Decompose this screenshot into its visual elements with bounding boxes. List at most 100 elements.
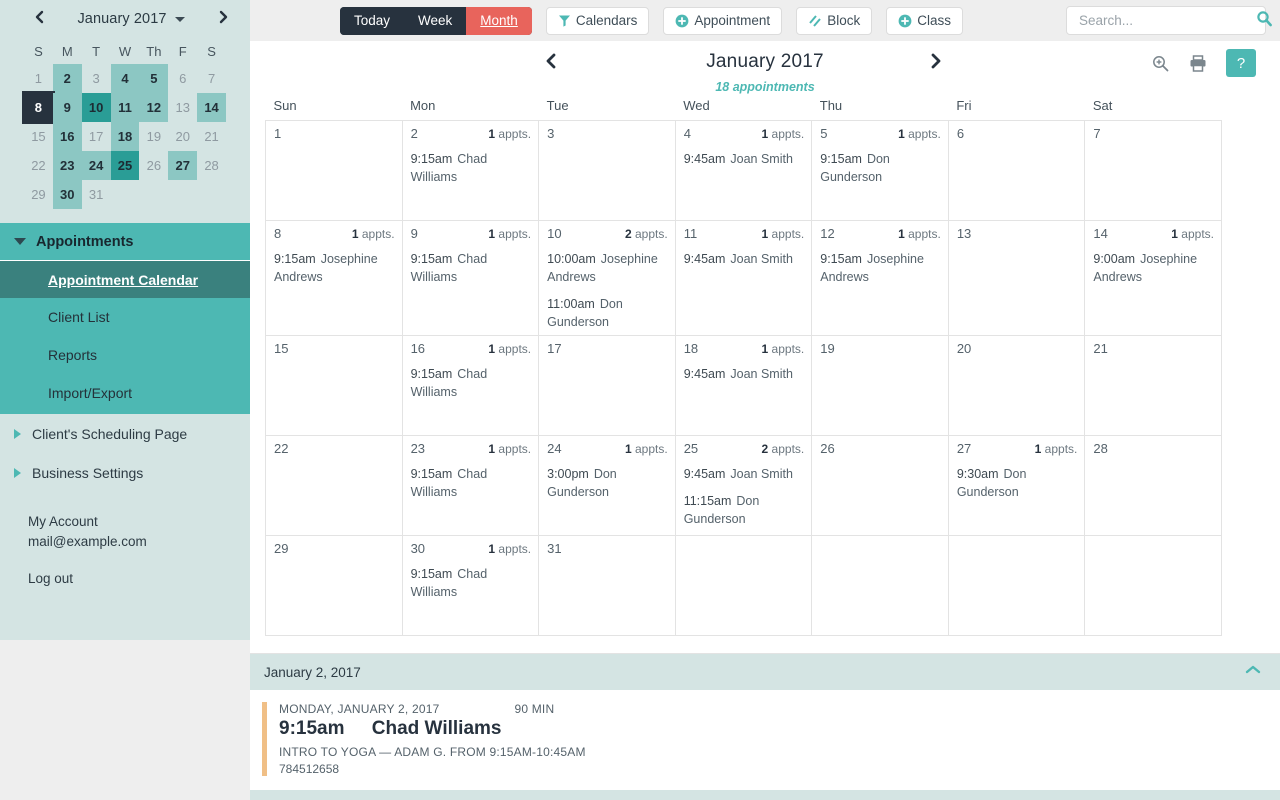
mini-calendar-day-20[interactable]: 20 [168, 122, 197, 151]
mini-calendar-day-10[interactable]: 10 [81, 93, 111, 122]
calendar-day-cell-24[interactable]: 24 1 appts. 3:00pm Don Gunderson [538, 435, 676, 536]
calendar-appointment-entry[interactable]: 9:15am Chad Williams [411, 365, 532, 401]
calendar-appointment-entry[interactable]: 10:00am Josephine Andrews [547, 250, 668, 286]
my-account-link[interactable]: My Account [28, 514, 250, 529]
toolbar-button-calendars[interactable]: Calendars [545, 6, 650, 35]
calendar-day-cell-23[interactable]: 23 1 appts. 9:15am Chad Williams [401, 435, 540, 536]
mini-calendar-day-29[interactable]: 29 [24, 180, 53, 209]
sidebar-item-business-settings[interactable]: Business Settings [0, 453, 250, 492]
mini-calendar-day-30[interactable]: 30 [52, 180, 82, 209]
search-input[interactable] [1079, 13, 1256, 28]
zoom-in-icon[interactable] [1151, 54, 1170, 73]
toolbar-button-block[interactable]: Block [796, 6, 873, 35]
calendar-appointment-entry[interactable]: 9:15am Chad Williams [411, 250, 532, 286]
mini-calendar-day-3[interactable]: 3 [82, 64, 111, 93]
calendar-day-cell-11[interactable]: 11 1 appts. 9:45am Joan Smith [674, 220, 813, 336]
mini-calendar-day-23[interactable]: 23 [52, 151, 82, 180]
calendar-appointment-entry[interactable]: 9:45am Joan Smith [684, 365, 805, 383]
mini-calendar-day-17[interactable]: 17 [82, 122, 111, 151]
mini-calendar-day-24[interactable]: 24 [81, 151, 111, 180]
calendar-day-cell-22[interactable]: 22 [265, 435, 403, 536]
search-icon[interactable] [1256, 10, 1273, 32]
calendar-appointment-entry[interactable]: 9:45am Joan Smith [684, 250, 805, 268]
mini-calendar-day-22[interactable]: 22 [24, 151, 53, 180]
help-button[interactable]: ? [1226, 49, 1256, 77]
mini-calendar-day-2[interactable]: 2 [52, 64, 82, 93]
mini-calendar-day-25[interactable]: 25 [110, 151, 140, 180]
calendar-day-cell-4[interactable]: 4 1 appts. 9:45am Joan Smith [674, 120, 813, 221]
view-button-week[interactable]: Week [404, 6, 467, 35]
mini-calendar-prev-icon[interactable] [28, 10, 50, 29]
mini-calendar-day-15[interactable]: 15 [24, 122, 53, 151]
mini-calendar-day-6[interactable]: 6 [168, 64, 197, 93]
calendar-appointment-entry[interactable]: 9:15am Josephine Andrews [274, 250, 395, 286]
sidebar-item-reports[interactable]: Reports [0, 336, 250, 374]
sidebar-item-client-list[interactable]: Client List [0, 298, 250, 336]
calendar-day-cell-26[interactable]: 26 [811, 435, 949, 536]
sidebar-item-import-export[interactable]: Import/Export [0, 374, 250, 412]
calendar-next-month-button[interactable] [928, 51, 944, 77]
sidebar-item-client-s-scheduling-page[interactable]: Client's Scheduling Page [0, 414, 250, 453]
mini-calendar-day-12[interactable]: 12 [139, 93, 169, 122]
mini-calendar-day-21[interactable]: 21 [197, 122, 226, 151]
mini-calendar-day-27[interactable]: 27 [168, 151, 198, 180]
detail-panel-header[interactable]: January 2, 2017 [250, 654, 1280, 690]
mini-calendar-day-8[interactable]: 8 [22, 91, 55, 124]
logout-link[interactable]: Log out [28, 571, 250, 586]
mini-calendar-day-9[interactable]: 9 [52, 93, 82, 122]
mini-calendar-next-icon[interactable] [212, 10, 234, 29]
calendar-appointment-entry[interactable]: 9:15am Chad Williams [411, 150, 532, 186]
calendar-appointment-entry[interactable]: 11:15am Don Gunderson [684, 492, 805, 528]
mini-calendar-day-19[interactable]: 19 [139, 122, 168, 151]
calendar-appointment-entry[interactable]: 9:45am Joan Smith [684, 150, 805, 168]
calendar-day-cell-21[interactable]: 21 [1084, 335, 1222, 436]
calendar-day-cell-10[interactable]: 10 2 appts. 10:00am Josephine Andrews 11:00a… [538, 220, 676, 336]
mini-calendar-day-16[interactable]: 16 [52, 122, 82, 151]
mini-calendar-day-31[interactable]: 31 [82, 180, 111, 209]
calendar-appointment-entry[interactable]: 9:45am Joan Smith [684, 465, 805, 483]
calendar-day-cell-6[interactable]: 6 [947, 120, 1086, 221]
calendar-day-cell-16[interactable]: 16 1 appts. 9:15am Chad Williams [401, 335, 540, 436]
mini-calendar-day-5[interactable]: 5 [139, 64, 169, 93]
mini-calendar-day-28[interactable]: 28 [197, 151, 226, 180]
calendar-appointment-entry[interactable]: 9:30am Don Gunderson [957, 465, 1078, 501]
calendar-appointment-entry[interactable]: 9:15am Chad Williams [411, 565, 532, 601]
calendar-day-cell-9[interactable]: 9 1 appts. 9:15am Chad Williams [401, 220, 540, 336]
calendar-day-cell-2[interactable]: 2 1 appts. 9:15am Chad Williams [401, 120, 540, 221]
search-box[interactable] [1066, 6, 1272, 35]
mini-calendar-day-1[interactable]: 1 [24, 64, 53, 93]
calendar-day-cell-15[interactable]: 15 [265, 335, 403, 436]
toolbar-button-appointment[interactable]: Appointment [663, 6, 783, 35]
calendar-day-cell-20[interactable]: 20 [947, 335, 1086, 436]
mini-calendar-day-7[interactable]: 7 [197, 64, 226, 93]
sidebar-item-appointment-calendar[interactable]: Appointment Calendar [0, 260, 250, 298]
calendar-day-cell-1[interactable]: 1 [265, 120, 403, 221]
calendar-day-cell-27[interactable]: 27 1 appts. 9:30am Don Gunderson [947, 435, 1086, 536]
calendar-day-cell-19[interactable]: 19 [811, 335, 949, 436]
calendar-appointment-entry[interactable]: 9:00am Josephine Andrews [1093, 250, 1214, 286]
calendar-day-cell-7[interactable]: 7 [1084, 120, 1222, 221]
calendar-appointment-entry[interactable]: 3:00pm Don Gunderson [547, 465, 668, 501]
mini-calendar-day-11[interactable]: 11 [110, 93, 140, 122]
view-button-month[interactable]: Month [466, 6, 532, 35]
mini-calendar-day-13[interactable]: 13 [168, 93, 197, 122]
detail-panel-collapse-button[interactable] [1244, 663, 1262, 681]
calendar-day-cell-5[interactable]: 5 1 appts. 9:15am Don Gunderson [811, 120, 949, 221]
calendar-appointment-entry[interactable]: 9:15am Josephine Andrews [820, 250, 941, 286]
appointment-detail-card[interactable]: MONDAY, JANUARY 2, 2017 90 MIN 9:15am Ch… [262, 702, 1280, 776]
calendar-appointment-entry[interactable]: 9:15am Don Gunderson [820, 150, 941, 186]
sidebar-group-appointments[interactable]: Appointments [0, 223, 250, 260]
calendar-day-cell-29[interactable]: 29 [265, 535, 403, 636]
calendar-appointment-entry[interactable]: 9:15am Chad Williams [411, 465, 532, 501]
calendar-day-cell-12[interactable]: 12 1 appts. 9:15am Josephine Andrews [811, 220, 949, 336]
mini-calendar-title-dropdown[interactable]: January 2017 [56, 11, 206, 27]
calendar-day-cell-13[interactable]: 13 [947, 220, 1086, 336]
calendar-appointment-entry[interactable]: 11:00am Don Gunderson [547, 295, 668, 331]
calendar-day-cell-30[interactable]: 30 1 appts. 9:15am Chad Williams [401, 535, 540, 636]
toolbar-button-class[interactable]: Class [886, 6, 963, 35]
calendar-day-cell-8[interactable]: 8 1 appts. 9:15am Josephine Andrews [265, 220, 403, 336]
mini-calendar-day-18[interactable]: 18 [110, 122, 140, 151]
calendar-day-cell-28[interactable]: 28 [1084, 435, 1222, 536]
mini-calendar-day-26[interactable]: 26 [139, 151, 168, 180]
calendar-day-cell-18[interactable]: 18 1 appts. 9:45am Joan Smith [674, 335, 813, 436]
